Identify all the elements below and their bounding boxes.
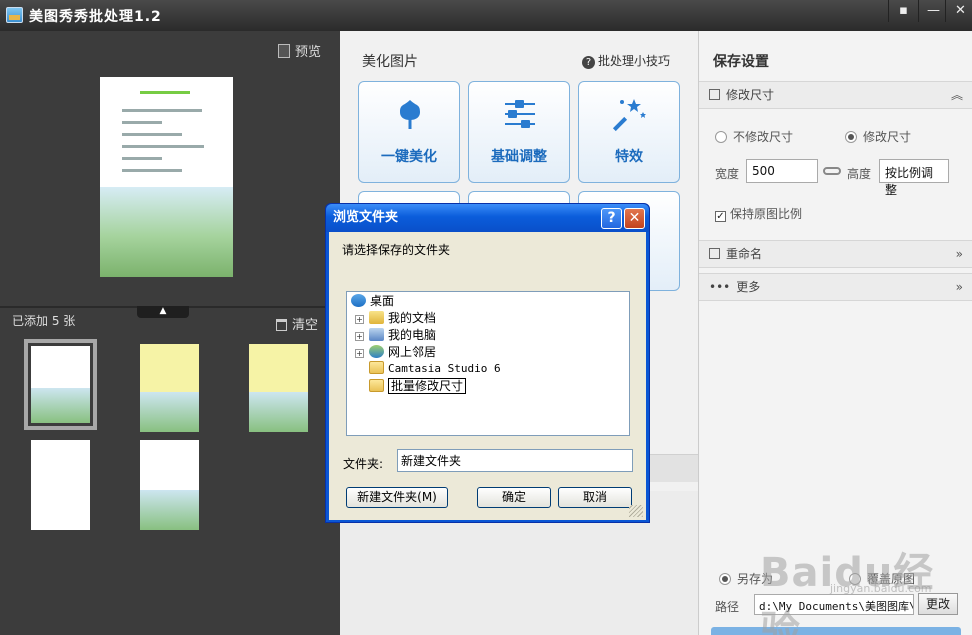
thumbnail[interactable] (140, 440, 199, 530)
save-settings-title: 保存设置 (713, 54, 769, 70)
magic-wand-icon (612, 99, 646, 132)
expand-plus-icon[interactable]: + (355, 332, 364, 341)
tree-item-batch-resize[interactable]: 批量修改尺寸 (369, 378, 467, 394)
added-count: 已添加 5 张 (12, 314, 76, 328)
expand-plus-icon[interactable]: + (355, 315, 364, 324)
my-computer-icon (369, 328, 384, 341)
resize-option[interactable]: 修改尺寸 (845, 128, 911, 145)
beautify-title: 美化图片 (362, 54, 418, 70)
thumbnail[interactable] (249, 344, 308, 432)
preview-button[interactable]: 预览 (278, 41, 321, 60)
folder-input[interactable]: 新建文件夹 (397, 449, 633, 472)
radio-selected-icon (719, 573, 731, 585)
height-input[interactable]: 按比例调整 (879, 159, 949, 197)
desktop-icon (351, 294, 366, 307)
no-resize-option[interactable]: 不修改尺寸 (715, 128, 793, 145)
rename-textbox[interactable]: 批量修改尺寸 (388, 378, 467, 394)
trash-icon (276, 319, 287, 331)
minimize-button[interactable]: — (918, 0, 948, 22)
radio-icon (715, 131, 727, 143)
close-button[interactable]: ✕ (945, 0, 972, 22)
ok-button[interactable]: 确定 (477, 487, 551, 508)
dialog-title: 浏览文件夹 (333, 210, 399, 225)
keep-ratio-checkbox[interactable]: ✓ 保持原图比例 (715, 205, 802, 222)
resize-section-header[interactable]: 修改尺寸 ︽ (699, 81, 972, 109)
batch-tips-link[interactable]: ? 批处理小技巧 (582, 52, 670, 69)
thumbnail[interactable] (24, 339, 97, 430)
tree-item-network[interactable]: + 网上邻居 (355, 344, 436, 360)
effects-button[interactable]: 特效 (578, 81, 680, 183)
folder-label: 文件夹: (343, 457, 384, 471)
rename-section-header[interactable]: 重命名 » (699, 240, 972, 268)
window-title: 美图秀秀批处理1.2 (29, 9, 162, 25)
image-list-panel: 预览 ▲ 已添加 5 张 清空 (0, 31, 340, 635)
app-icon (6, 7, 23, 23)
ellipsis-icon: ••• (709, 280, 731, 294)
thumbnail[interactable] (31, 440, 90, 530)
tree-item-camtasia[interactable]: Camtasia Studio 6 (369, 361, 501, 377)
radio-selected-icon (845, 131, 857, 143)
tree-item-desktop[interactable]: 桌面 (351, 293, 394, 309)
help-icon: ? (582, 56, 595, 69)
crop-icon (709, 89, 720, 100)
thumbnail[interactable] (140, 344, 199, 432)
expand-chevron-icon: » (955, 247, 963, 261)
width-input[interactable]: 500 (746, 159, 818, 183)
cancel-button[interactable]: 取消 (558, 487, 632, 508)
tulip-icon (400, 100, 420, 129)
basic-adjust-button[interactable]: 基础调整 (468, 81, 570, 183)
more-section-header[interactable]: ••• 更多 » (699, 273, 972, 301)
dialog-body: 请选择保存的文件夹 桌面 + 我的文档 + 我的电脑 + 网上邻居 Camtasia … (329, 232, 646, 520)
watermark-url: jingyan.baidu.com (830, 582, 932, 595)
width-label: 宽度 (715, 167, 740, 181)
folder-tree[interactable]: 桌面 + 我的文档 + 我的电脑 + 网上邻居 Camtasia Studio 6 批… (346, 291, 630, 436)
tree-item-my-computer[interactable]: + 我的电脑 (355, 327, 436, 343)
network-icon (369, 345, 384, 358)
sliders-icon (505, 100, 535, 128)
folder-icon (369, 361, 384, 374)
rename-icon (709, 248, 720, 259)
browse-folder-dialog: 浏览文件夹 ? ✕ 请选择保存的文件夹 桌面 + 我的文档 + 我的电脑 + 网上邻居… (325, 203, 650, 523)
checkmark-icon: ✓ (715, 211, 726, 222)
large-preview-image (100, 77, 233, 277)
folder-icon (369, 379, 384, 392)
dialog-prompt: 请选择保存的文件夹 (342, 243, 451, 257)
preview-icon (278, 44, 290, 58)
dialog-title-bar: 浏览文件夹 ? ✕ (326, 204, 649, 232)
link-icon[interactable] (823, 167, 841, 175)
new-folder-button[interactable]: 新建文件夹(M) (346, 487, 448, 508)
my-documents-icon (369, 311, 384, 324)
clear-button[interactable]: 清空 (276, 314, 318, 333)
resize-grip[interactable] (629, 505, 643, 517)
one-click-beautify-button[interactable]: 一键美化 (358, 81, 460, 183)
collapse-chevron-icon: ︽ (950, 88, 963, 102)
height-label: 高度 (847, 167, 872, 181)
tree-item-my-documents[interactable]: + 我的文档 (355, 310, 436, 326)
dialog-help-button[interactable]: ? (601, 208, 622, 229)
dialog-close-button[interactable]: ✕ (624, 208, 645, 229)
expand-plus-icon[interactable]: + (355, 349, 364, 358)
expand-chevron-icon: » (955, 280, 963, 294)
feedback-button[interactable]: ▪ (888, 0, 918, 22)
title-bar: 美图秀秀批处理1.2 ▪ — ✕ (0, 0, 972, 31)
path-label: 路径 (715, 600, 740, 614)
collapse-up-icon[interactable]: ▲ (137, 306, 189, 318)
